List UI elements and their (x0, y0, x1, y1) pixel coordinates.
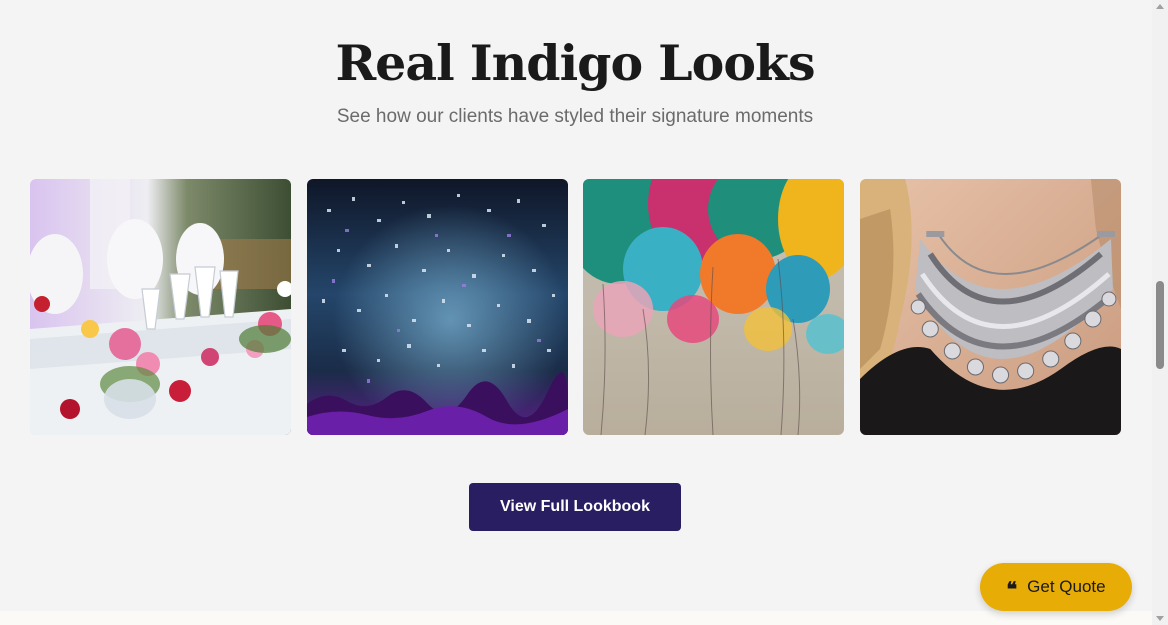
gallery-image-concert-confetti[interactable] (307, 179, 568, 435)
footer-strip (0, 611, 1152, 625)
gallery-image-wedding-table[interactable] (30, 179, 291, 435)
page-scrollbar[interactable] (1152, 0, 1168, 625)
concert-confetti-photo (307, 179, 568, 435)
get-quote-label: Get Quote (1027, 577, 1106, 596)
balloons-photo (583, 179, 844, 435)
scroll-up-icon[interactable] (1156, 4, 1164, 9)
scrollbar-thumb[interactable] (1156, 281, 1164, 369)
get-quote-button[interactable]: ❝ Get Quote (980, 563, 1132, 611)
gallery-image-necklace[interactable] (860, 179, 1121, 435)
scroll-down-icon[interactable] (1156, 616, 1164, 621)
necklace-photo (860, 179, 1121, 435)
lookbook-section: Real Indigo Looks See how our clients ha… (0, 0, 1152, 611)
section-subtitle: See how our clients have styled their si… (336, 106, 814, 127)
gallery-image-balloons[interactable] (583, 179, 844, 435)
wedding-table-photo (30, 179, 291, 435)
section-title: Real Indigo Looks (335, 34, 815, 92)
quote-icon: ❝ (1006, 577, 1018, 601)
view-full-lookbook-button[interactable]: View Full Lookbook (469, 483, 681, 531)
lookbook-gallery (30, 179, 1121, 435)
